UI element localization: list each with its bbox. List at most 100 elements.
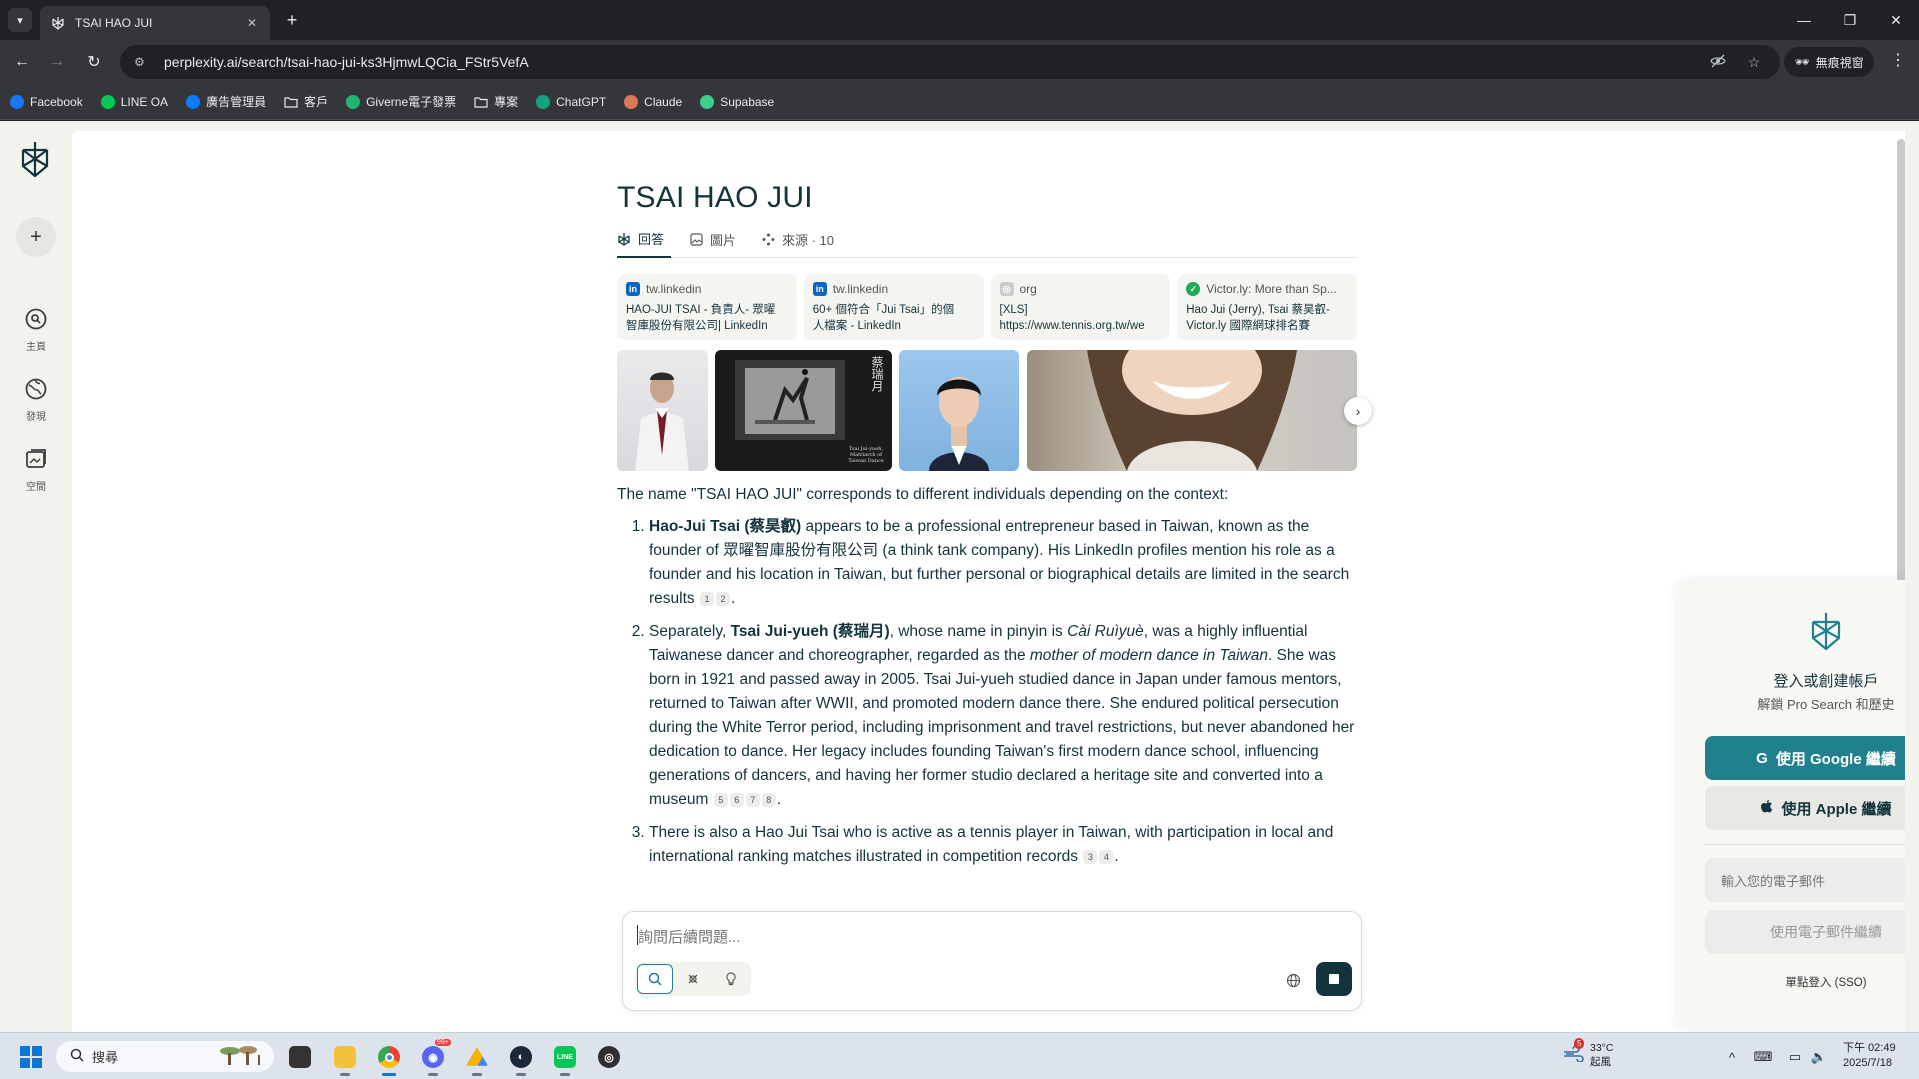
running-indicator: [516, 1073, 526, 1076]
task-view-icon: [289, 1046, 311, 1068]
apple-login-button[interactable]: 使用 Apple 繼續: [1705, 786, 1905, 830]
back-icon[interactable]: ←: [10, 50, 34, 74]
taskbar-app-steam[interactable]: ◐: [505, 1041, 537, 1076]
sidebar-item-discover[interactable]: 發現: [10, 373, 62, 423]
citation-badge[interactable]: 7: [745, 793, 760, 807]
taskbar-search[interactable]: 搜尋: [56, 1041, 274, 1072]
star-icon[interactable]: ☆: [1742, 54, 1766, 71]
network-icon[interactable]: ▭: [1786, 1048, 1804, 1066]
windows-start-icon[interactable]: [20, 1046, 42, 1068]
bookmark-item[interactable]: 專案: [474, 93, 518, 110]
source-card[interactable]: in tw.linkedin HAO-JUI TSAI - 負責人- 眾曜 智庫股…: [617, 274, 797, 340]
tab-answer[interactable]: 回答: [617, 221, 671, 258]
labs-mode-icon[interactable]: [713, 964, 749, 994]
citation-badge[interactable]: 3: [1083, 850, 1098, 864]
search-highlight-icon: [216, 1043, 266, 1070]
citation-badge[interactable]: 4: [1099, 850, 1114, 864]
bookmark-label: ChatGPT: [556, 94, 607, 109]
bookmark-item[interactable]: 客戶: [284, 93, 328, 110]
active-indicator: [382, 1073, 396, 1076]
browser-tab[interactable]: TSAI HAO JUI ✕: [40, 6, 270, 40]
taskbar-app-drive[interactable]: [461, 1041, 493, 1076]
image-thumbnail[interactable]: 蔡瑞月 Tsai Jui-yueh, Matriarch of Taiwan D…: [715, 350, 892, 471]
answer-bold: Tsai Jui-yueh (蔡瑞月): [730, 623, 890, 640]
google-login-button[interactable]: G 使用 Google 繼續: [1705, 736, 1905, 780]
bookmark-item[interactable]: Supabase: [700, 94, 774, 109]
eye-off-icon[interactable]: [1706, 53, 1730, 72]
volume-icon[interactable]: 🔈: [1810, 1048, 1828, 1066]
new-tab-icon[interactable]: +: [280, 8, 304, 32]
source-card[interactable]: ✓ Victor.ly: More than Sp... Hao Jui (Jer…: [1177, 274, 1357, 340]
search-mode-icon[interactable]: [637, 964, 673, 994]
bookmarks-bar: Facebook LINE OA 廣告管理員 客戶 Giverne電子發票 專案 ChatG…: [0, 84, 1919, 120]
bookmark-item[interactable]: Giverne電子發票: [346, 93, 456, 110]
image-thumbnail[interactable]: [617, 350, 708, 471]
tab-search-icon[interactable]: ▾: [8, 8, 32, 32]
bookmark-item[interactable]: 廣告管理員: [186, 93, 266, 110]
follow-up-box[interactable]: 詢問后續問題...: [622, 911, 1362, 1011]
spaces-icon: [18, 443, 54, 475]
bookmark-item[interactable]: Facebook: [10, 94, 83, 109]
taskbar-app-task-view[interactable]: [284, 1041, 316, 1073]
email-continue-button[interactable]: 使用電子郵件繼續: [1705, 910, 1905, 954]
sources-row: in tw.linkedin HAO-JUI TSAI - 負責人- 眾曜 智庫股…: [617, 274, 1357, 340]
minimize-icon[interactable]: —: [1781, 0, 1827, 40]
citation-badge[interactable]: 6: [729, 793, 744, 807]
sidebar-item-home[interactable]: 主頁: [10, 303, 62, 353]
stop-button[interactable]: [1316, 962, 1352, 996]
bookmark-item[interactable]: Claude: [624, 94, 682, 109]
citation-badge[interactable]: 5: [713, 793, 728, 807]
close-window-icon[interactable]: ✕: [1873, 0, 1919, 40]
search-icon: [70, 1048, 84, 1065]
source-domain: org: [1019, 282, 1037, 296]
citation-badge[interactable]: 8: [761, 793, 776, 807]
close-tab-icon[interactable]: ✕: [244, 16, 260, 30]
image-thumbnail[interactable]: [1027, 350, 1357, 471]
incognito-profile-button[interactable]: 🕶 無痕視窗: [1784, 47, 1874, 77]
globe-icon[interactable]: [1283, 970, 1303, 990]
bookmark-item[interactable]: ChatGPT: [536, 94, 607, 109]
follow-up-input[interactable]: 詢問后續問題...: [638, 926, 741, 947]
tab-sources[interactable]: 來源 · 10: [761, 221, 834, 258]
browser-toolbar: ← → ↻ ⚙ perplexity.ai/search/tsai-hao-ju…: [0, 40, 1919, 84]
perplexity-logo-icon: [1808, 610, 1844, 652]
taskbar-app-line[interactable]: LINE: [549, 1041, 581, 1076]
weather-widget[interactable]: 5 33°C 起風: [1562, 1038, 1613, 1069]
new-thread-button[interactable]: +: [16, 217, 56, 257]
source-domain: Victor.ly: More than Sp...: [1206, 282, 1337, 296]
login-subheading: 解鎖 Pro Search 和歷史: [1757, 697, 1895, 712]
reload-icon[interactable]: ↻: [82, 50, 106, 74]
source-card[interactable]: in tw.linkedin 60+ 個符合「Jui Tsai」的個 人檔案 - …: [803, 274, 984, 340]
site-info-icon[interactable]: ⚙: [134, 55, 152, 69]
chevron-up-icon[interactable]: ^: [1723, 1048, 1741, 1066]
sso-link[interactable]: 單點登入 (SSO): [1677, 974, 1905, 990]
research-mode-icon[interactable]: [675, 964, 711, 994]
bookmark-item[interactable]: LINE OA: [100, 94, 168, 109]
forward-icon[interactable]: →: [45, 50, 69, 74]
chevron-right-icon[interactable]: ›: [1344, 397, 1372, 425]
taskbar-app-explorer[interactable]: [329, 1041, 361, 1076]
linkedin-icon: in: [626, 282, 640, 296]
running-indicator: [560, 1073, 570, 1076]
taskbar-app-discord[interactable]: ◉ 99+: [417, 1039, 451, 1076]
chatgpt-icon: [536, 94, 551, 109]
taskbar-app-chrome[interactable]: [373, 1041, 405, 1076]
source-card[interactable]: ◎ org [XLS] https://www.tennis.org.tw/we: [990, 274, 1171, 340]
perplexity-icon: [617, 232, 631, 246]
list-item: Hao-Jui Tsai (蔡昊叡) appears to be a profe…: [649, 515, 1357, 611]
line-icon: LINE: [554, 1046, 576, 1068]
email-field[interactable]: 輸入您的電子郵件: [1705, 858, 1905, 902]
perplexity-logo-icon[interactable]: [18, 139, 52, 179]
input-method-icon[interactable]: ⌨: [1754, 1048, 1773, 1066]
image-thumbnail[interactable]: [899, 350, 1019, 471]
restore-icon[interactable]: ❐: [1827, 0, 1873, 40]
citation-badge[interactable]: 1: [699, 592, 714, 606]
citation-badge[interactable]: 2: [715, 592, 730, 606]
clock[interactable]: 下午 02:49 2025/7/18: [1843, 1041, 1896, 1071]
address-bar[interactable]: ⚙ perplexity.ai/search/tsai-hao-jui-ks3H…: [120, 45, 1780, 79]
sidebar-item-spaces[interactable]: 空間: [10, 443, 62, 493]
taskbar-app-obs[interactable]: ◎: [593, 1041, 625, 1073]
main-panel: TSAI HAO JUI 回答 圖片 來源 · 10 in tw.linkedi…: [72, 131, 1905, 1032]
tab-images[interactable]: 圖片: [689, 221, 736, 258]
more-vert-icon[interactable]: ⋮: [1886, 50, 1910, 74]
